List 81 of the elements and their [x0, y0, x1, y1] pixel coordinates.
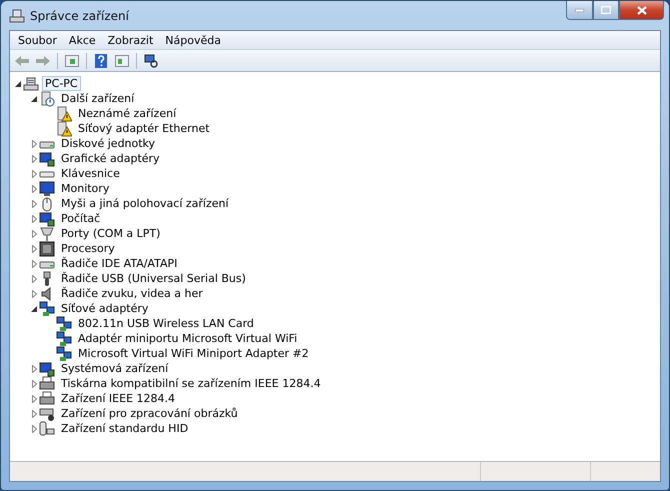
collapse-arrow-icon[interactable]: [15, 80, 21, 86]
tree-item[interactable]: Systémová zařízení: [58, 361, 172, 376]
menu-item[interactable]: Soubor: [12, 34, 63, 46]
processor-icon: [39, 240, 55, 256]
collapse-arrow-icon[interactable]: [31, 96, 37, 102]
expand-arrow-icon[interactable]: [32, 364, 36, 372]
tree-item[interactable]: Porty (COM a LPT): [58, 226, 164, 241]
computer-icon: [9, 8, 25, 24]
monitor-icon: [39, 210, 55, 226]
expand-arrow-icon[interactable]: [32, 154, 36, 162]
expand-arrow-icon[interactable]: [32, 260, 36, 268]
network-adapter-icon: [56, 346, 72, 362]
expand-arrow-icon[interactable]: [32, 290, 36, 298]
tree-item[interactable]: PC-PC: [42, 76, 81, 91]
tree-item[interactable]: Monitory: [58, 181, 112, 196]
back-arrow-icon: [15, 56, 29, 66]
tree-item[interactable]: Počítač: [58, 211, 104, 226]
expand-arrow-icon[interactable]: [32, 200, 36, 208]
tree-item[interactable]: Řadiče IDE ATA/ATAPI: [58, 256, 180, 271]
printer-icon: [39, 376, 55, 392]
expand-arrow-icon[interactable]: [32, 244, 36, 252]
tree-item[interactable]: Řadiče USB (Universal Serial Bus): [58, 271, 249, 286]
expand-arrow-icon[interactable]: [32, 140, 36, 148]
expand-arrow-icon[interactable]: [32, 424, 36, 432]
minimize-icon: [575, 8, 584, 12]
port-icon: [39, 226, 55, 242]
input-device-icon: [39, 420, 55, 436]
tree-item[interactable]: Microsoft Virtual WiFi Miniport Adapter #2: [75, 346, 312, 361]
menu-item[interactable]: Akce: [62, 34, 102, 46]
tree-item[interactable]: Myši a jiná polohovací zařízení: [58, 196, 232, 211]
tree-item[interactable]: Diskové jednotky: [58, 136, 158, 151]
expand-arrow-icon[interactable]: [32, 184, 36, 192]
network-adapter-icon: [56, 330, 72, 346]
computer-icon: [23, 76, 39, 92]
tree-item[interactable]: Zařízení pro zpracování obrázků: [58, 406, 241, 421]
minimize-button[interactable]: [566, 1, 593, 20]
maximize-button[interactable]: [593, 1, 619, 20]
window-title: Správce zařízení: [30, 8, 130, 22]
expand-arrow-icon[interactable]: [32, 214, 36, 222]
device-warning-icon: [56, 106, 72, 122]
close-button[interactable]: [619, 1, 664, 20]
expand-arrow-icon[interactable]: [32, 230, 36, 238]
tree-item[interactable]: Procesory: [58, 241, 118, 256]
forward-arrow-icon: [36, 56, 50, 66]
panel-icon: [65, 54, 79, 66]
tree-item[interactable]: Klávesnice: [58, 166, 123, 181]
printer-icon: [39, 390, 55, 406]
menu-item[interactable]: Zobrazit: [102, 34, 160, 46]
tree-item[interactable]: 802.11n USB Wireless LAN Card: [75, 316, 257, 331]
device-warning-icon: [56, 120, 72, 136]
monitor-icon: [39, 150, 55, 166]
tree-item[interactable]: Zařízení IEEE 1284.4: [58, 391, 178, 406]
network-adapter-icon: [56, 316, 72, 332]
unknown-device-icon: [39, 90, 55, 106]
expand-arrow-icon[interactable]: [32, 170, 36, 178]
help-icon: [95, 54, 107, 68]
scan-hardware-button[interactable]: [142, 52, 160, 70]
tree-item[interactable]: Další zařízení: [58, 91, 138, 106]
tree-item[interactable]: Síťový adaptér Ethernet: [75, 121, 213, 136]
expand-arrow-icon[interactable]: [32, 274, 36, 282]
expand-arrow-icon[interactable]: [32, 394, 36, 402]
panel-icon: [115, 54, 129, 66]
maximize-icon: [601, 6, 611, 14]
collapse-arrow-icon[interactable]: [31, 306, 37, 312]
monitor-icon: [39, 360, 55, 376]
scanner-icon: [39, 406, 55, 422]
tree-item[interactable]: Neznámé zařízení: [75, 106, 180, 121]
tree-item[interactable]: Adaptér miniportu Microsoft Virtual WiFi: [75, 331, 300, 346]
network-adapter-icon: [39, 300, 55, 316]
monitor-icon: [39, 180, 55, 196]
tree-item[interactable]: Řadiče zvuku, videa a her: [58, 286, 206, 301]
expand-arrow-icon[interactable]: [32, 410, 36, 418]
tree-item[interactable]: Grafické adaptéry: [58, 151, 163, 166]
computer-search-icon: [144, 54, 158, 68]
expand-arrow-icon[interactable]: [32, 380, 36, 388]
close-icon: [636, 6, 646, 14]
tree-item[interactable]: Zařízení standardu HID: [58, 421, 192, 436]
tree-item[interactable]: Síťové adaptéry: [58, 301, 152, 316]
tree-item[interactable]: Tiskárna kompatibilní se zařízením IEEE 1284.4: [58, 376, 324, 391]
menu-item[interactable]: Nápověda: [159, 34, 227, 46]
help-button[interactable]: [92, 52, 110, 70]
